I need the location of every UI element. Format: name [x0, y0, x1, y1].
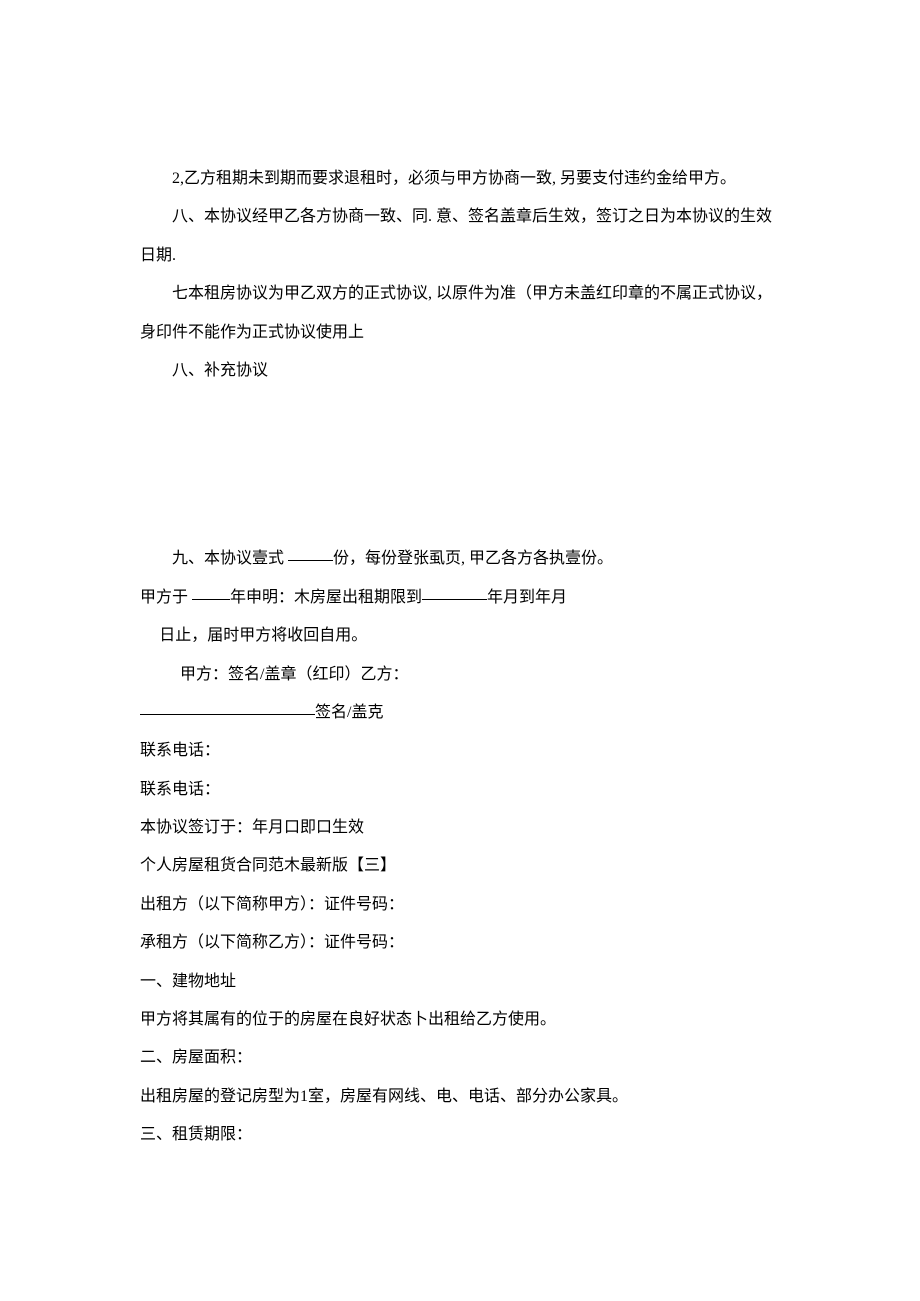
paragraph-declaration: 甲方于 年申明：木房屋出租期限到 年月到年月: [140, 579, 780, 617]
paragraph-copies: 九、本协议壹式 份，每份登张虱页, 甲乙各方各执壹份。: [140, 540, 780, 578]
blank-signature: [140, 699, 315, 715]
blank-period: [422, 584, 487, 600]
paragraph-area-detail: 出租房屋的登记房型为1室，房屋有网线、电、电话、部分办公家具。: [140, 1078, 780, 1116]
heading-lease-term: 三、租赁期限：: [140, 1116, 780, 1154]
blank-space: [140, 390, 780, 540]
text-copies-prefix: 九、本协议壹式: [172, 550, 288, 567]
text-decl-suffix: 年月到年月: [487, 589, 567, 606]
text-decl-mid: 年申明：木房屋出租期限到: [230, 589, 422, 606]
heading-area: 二、房屋面积：: [140, 1039, 780, 1077]
paragraph-clause-8a: 八、本协议经甲乙各方协商一致、同. 意、签名盖章后生效，签订之日为本协议的生效日…: [140, 198, 780, 275]
paragraph-clause-7: 七本租房协议为甲乙双方的正式协议, 以原件为准（甲方未盖红印章的不属正式协议，身…: [140, 275, 780, 352]
paragraph-phone-1: 联系电话：: [140, 732, 780, 770]
heading-template-3: 个人房屋租货合同范木最新版【三】: [140, 847, 780, 885]
paragraph-sign-date: 本协议签订于：年月口即口生效: [140, 809, 780, 847]
text-decl-prefix: 甲方于: [140, 589, 192, 606]
text-signature-b: 签名/盖克: [315, 704, 383, 721]
paragraph-phone-2: 联系电话：: [140, 771, 780, 809]
blank-year: [192, 584, 230, 600]
paragraph-lessor: 出租方（以下简称甲方）：证件号码：: [140, 886, 780, 924]
text-copies-suffix: 份，每份登张虱页, 甲乙各方各执壹份。: [333, 550, 613, 567]
paragraph-lessee: 承租方（以下简称乙方）：证件号码：: [140, 924, 780, 962]
paragraph-recovery: 日止，届时甲方将收回自用。: [140, 617, 780, 655]
paragraph-signature-b: 签名/盖克: [140, 694, 780, 732]
heading-address: 一、建物地址: [140, 963, 780, 1001]
paragraph-early-termination: 2,乙方租期未到期而要求退租时，必须与甲方协商一致, 另要支付违约金给甲方。: [140, 160, 780, 198]
paragraph-signature-a: 甲方：签名/盖章（红印）乙方：: [140, 656, 780, 694]
blank-copies: [288, 545, 333, 561]
paragraph-address-detail: 甲方将其属有的位于的房屋在良好状态卜出租给乙方使用。: [140, 1001, 780, 1039]
paragraph-clause-8b: 八、补充协议: [140, 352, 780, 390]
